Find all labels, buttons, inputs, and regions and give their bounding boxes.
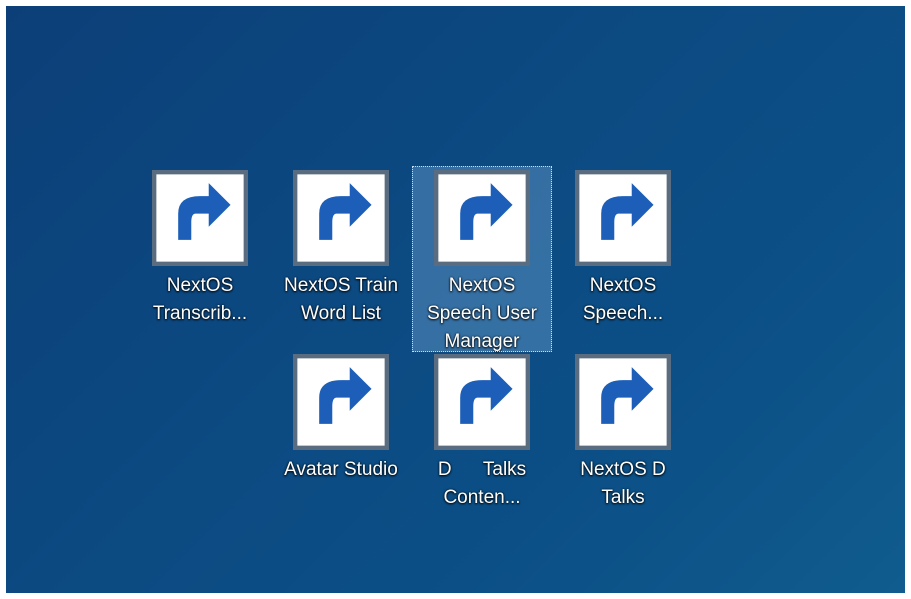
desktop: NextOS Transcrib... NextOS Train Word Li… (6, 6, 905, 593)
icon-label: NextOS Speech User Manager (427, 275, 537, 352)
d-logo-circle-icon (293, 354, 389, 450)
shortcut-arrow-icon (434, 170, 530, 266)
icon-label: NextOS Speech... (582, 275, 664, 324)
icon-label: NextOS D Talks (580, 459, 666, 508)
icon-label: NextOS Transcrib... (152, 275, 248, 324)
icon-label: NextOS Train Word List (283, 275, 399, 324)
desktop-icon-nextos-transcribe[interactable]: NextOS Transcrib... (130, 170, 270, 328)
desktop-icon-nextos-d-talks[interactable]: NextOS D Talks (553, 354, 693, 512)
shortcut-arrow-icon (575, 170, 671, 266)
target-dart-icon (575, 170, 671, 266)
avatar-photo-icon (575, 354, 671, 450)
desktop-icon-nextos-train-word-list[interactable]: NextOS Train Word List (271, 170, 411, 328)
desktop-icon-d-talks-content[interactable]: D Talks Conten... (412, 354, 552, 512)
desktop-icon-avatar-studio[interactable]: Avatar Studio (271, 354, 411, 484)
desktop-icon-nextos-speech[interactable]: NextOS Speech... (553, 170, 693, 328)
d-logo-ribbon-icon (434, 170, 530, 266)
shortcut-arrow-icon (575, 354, 671, 450)
shortcut-arrow-icon (434, 354, 530, 450)
shortcut-arrow-icon (293, 170, 389, 266)
shortcut-arrow-icon (152, 170, 248, 266)
icon-label: D Talks Conten... (437, 459, 527, 508)
d-logo-ribbon-icon (434, 354, 530, 450)
train-word-list-icon (293, 170, 389, 266)
shortcut-arrow-icon (293, 354, 389, 450)
icon-label: Avatar Studio (284, 459, 398, 480)
transcribe-icon (152, 170, 248, 266)
desktop-icon-nextos-speech-user-manager[interactable]: NextOS Speech User Manager (412, 166, 552, 352)
